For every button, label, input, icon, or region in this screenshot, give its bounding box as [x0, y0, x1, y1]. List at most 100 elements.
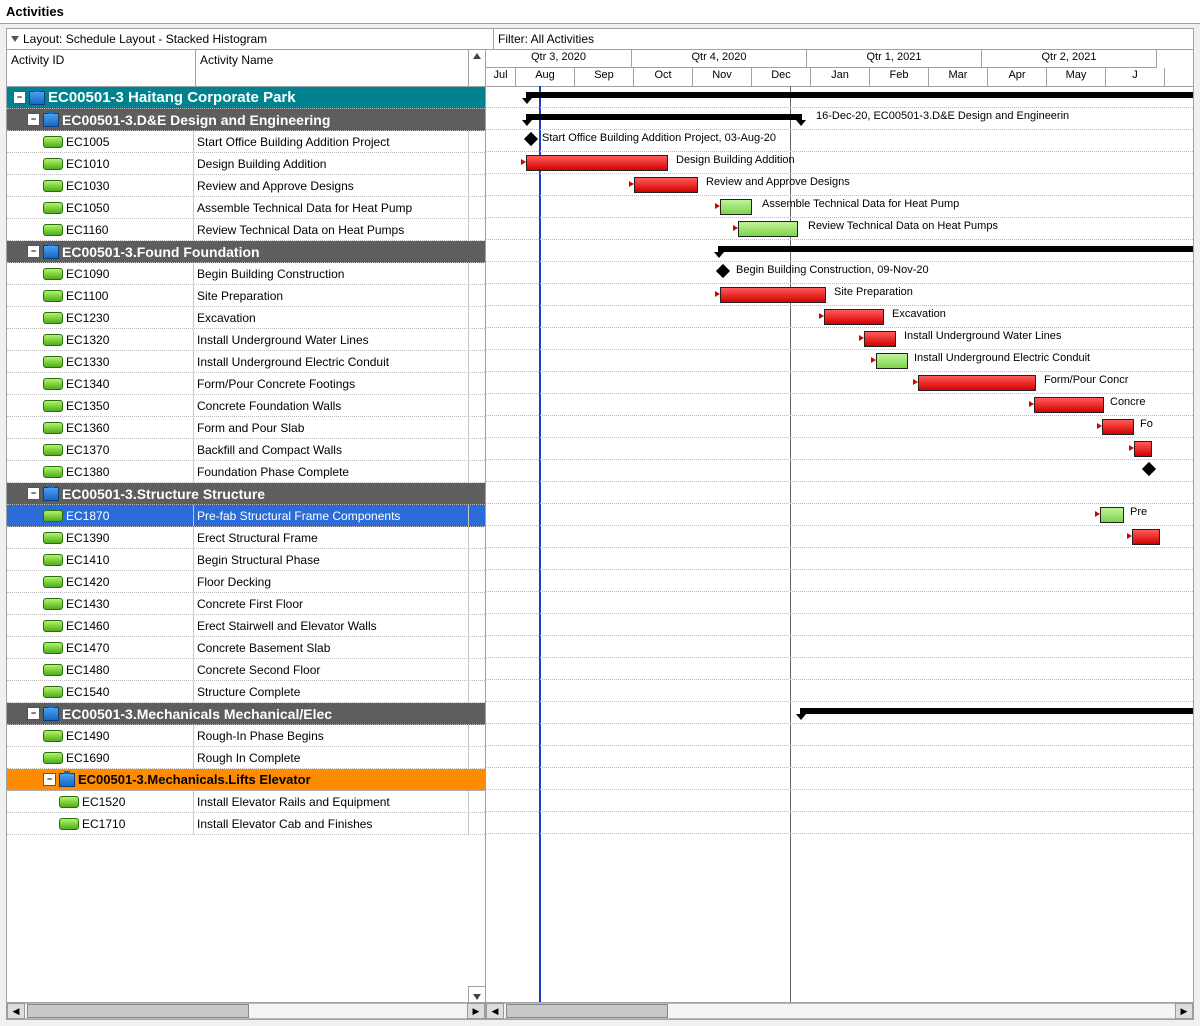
activity-row[interactable]: EC1350Concrete Foundation Walls — [7, 395, 485, 417]
scroll-left-button[interactable]: ◀ — [7, 1003, 25, 1019]
activity-bar[interactable] — [918, 375, 1036, 391]
gantt-row[interactable] — [486, 768, 1193, 790]
wbs-row[interactable]: −EC00501-3.Found Foundation — [7, 241, 485, 263]
gantt-row[interactable] — [486, 702, 1193, 724]
gantt-row[interactable]: Start Office Building Addition Project, … — [486, 130, 1193, 152]
activity-row[interactable]: EC1460Erect Stairwell and Elevator Walls — [7, 615, 485, 637]
activity-row[interactable]: EC1520Install Elevator Rails and Equipme… — [7, 791, 485, 813]
scroll-thumb[interactable] — [27, 1004, 249, 1018]
activity-row[interactable]: EC1090Begin Building Construction — [7, 263, 485, 285]
scroll-up-button[interactable] — [468, 50, 485, 86]
gantt-row[interactable] — [486, 746, 1193, 768]
gantt-row[interactable] — [486, 658, 1193, 680]
scroll-down-button[interactable] — [468, 986, 485, 1003]
wbs-row[interactable]: −EC00501-3.Mechanicals Mechanical/Elec — [7, 703, 485, 725]
wbs-row[interactable]: −EC00501-3 Haitang Corporate Park — [7, 87, 485, 109]
gantt-row[interactable] — [486, 812, 1193, 834]
gantt-row[interactable] — [486, 526, 1193, 548]
summary-bar[interactable] — [718, 246, 1193, 252]
summary-bar[interactable] — [526, 114, 802, 120]
filter-selector[interactable]: Filter: All Activities — [494, 29, 1193, 49]
activity-row[interactable]: EC1100Site Preparation — [7, 285, 485, 307]
activity-row[interactable]: EC1230Excavation — [7, 307, 485, 329]
layout-selector[interactable]: Layout: Schedule Layout - Stacked Histog… — [7, 29, 494, 49]
activity-bar[interactable] — [526, 155, 668, 171]
activity-row[interactable]: EC1710Install Elevator Cab and Finishes — [7, 813, 485, 835]
activity-bar[interactable] — [1134, 441, 1152, 457]
activity-row[interactable]: EC1360Form and Pour Slab — [7, 417, 485, 439]
gantt-row[interactable] — [486, 790, 1193, 812]
gantt-row[interactable]: Begin Building Construction, 09-Nov-20 — [486, 262, 1193, 284]
activity-row[interactable]: EC1370Backfill and Compact Walls — [7, 439, 485, 461]
collapse-button[interactable]: − — [27, 707, 40, 720]
activity-bar[interactable] — [634, 177, 698, 193]
activity-row[interactable]: EC1320Install Underground Water Lines — [7, 329, 485, 351]
gantt-row[interactable]: Excavation — [486, 306, 1193, 328]
activity-row[interactable]: EC1690Rough In Complete — [7, 747, 485, 769]
summary-bar[interactable] — [526, 92, 1193, 98]
gantt-row[interactable]: Pre — [486, 504, 1193, 526]
gantt-row[interactable] — [486, 438, 1193, 460]
collapse-button[interactable]: − — [27, 245, 40, 258]
activity-bar[interactable] — [1034, 397, 1104, 413]
activity-row[interactable]: EC1330Install Underground Electric Condu… — [7, 351, 485, 373]
activity-bar[interactable] — [1132, 529, 1160, 545]
gantt-row[interactable]: Review Technical Data on Heat Pumps — [486, 218, 1193, 240]
gantt-row[interactable]: Form/Pour Concr — [486, 372, 1193, 394]
milestone-icon[interactable] — [716, 264, 730, 278]
gantt-row[interactable]: Install Underground Electric Conduit — [486, 350, 1193, 372]
gantt-row[interactable]: Design Building Addition — [486, 152, 1193, 174]
activity-row[interactable]: EC1160Review Technical Data on Heat Pump… — [7, 219, 485, 241]
collapse-button[interactable]: − — [13, 91, 26, 104]
gantt-row[interactable] — [486, 636, 1193, 658]
activity-row[interactable]: EC1010Design Building Addition — [7, 153, 485, 175]
gantt-row[interactable] — [486, 548, 1193, 570]
gantt-pane[interactable]: Qtr 3, 2020Qtr 4, 2020Qtr 1, 2021Qtr 2, … — [486, 50, 1193, 1003]
gantt-area[interactable]: 16-Dec-20, EC00501-3.D&E Design and Engi… — [486, 86, 1193, 1003]
gantt-row[interactable]: Install Underground Water Lines — [486, 328, 1193, 350]
activity-row[interactable]: EC1030Review and Approve Designs — [7, 175, 485, 197]
col-activity-id[interactable]: Activity ID — [7, 50, 196, 86]
activity-row[interactable]: EC1420Floor Decking — [7, 571, 485, 593]
activity-bar[interactable] — [738, 221, 798, 237]
gantt-row[interactable] — [486, 460, 1193, 482]
gantt-row[interactable] — [486, 240, 1193, 262]
gantt-row[interactable] — [486, 86, 1193, 108]
gantt-row[interactable]: Concre — [486, 394, 1193, 416]
scroll-thumb[interactable] — [506, 1004, 668, 1018]
gantt-row[interactable]: Review and Approve Designs — [486, 174, 1193, 196]
wbs-row[interactable]: −EC00501-3.Structure Structure — [7, 483, 485, 505]
summary-bar[interactable] — [800, 708, 1193, 714]
activity-row[interactable]: EC1390Erect Structural Frame — [7, 527, 485, 549]
scroll-right-button[interactable]: ▶ — [467, 1003, 485, 1019]
activity-row[interactable]: EC1870Pre-fab Structural Frame Component… — [7, 505, 485, 527]
collapse-button[interactable]: − — [27, 113, 40, 126]
activity-bar[interactable] — [864, 331, 896, 347]
scroll-track-right[interactable] — [504, 1003, 1175, 1019]
scroll-left-button[interactable]: ◀ — [486, 1003, 504, 1019]
activity-row[interactable]: EC1430Concrete First Floor — [7, 593, 485, 615]
collapse-button[interactable]: − — [43, 773, 56, 786]
activity-row[interactable]: EC1380Foundation Phase Complete — [7, 461, 485, 483]
gantt-row[interactable] — [486, 570, 1193, 592]
activity-bar[interactable] — [1102, 419, 1134, 435]
activity-bar[interactable] — [1100, 507, 1124, 523]
gantt-row[interactable]: Site Preparation — [486, 284, 1193, 306]
activity-bar[interactable] — [876, 353, 908, 369]
activity-bar[interactable] — [720, 287, 826, 303]
wbs-row[interactable]: −EC00501-3.Mechanicals.Lifts Elevator — [7, 769, 485, 791]
milestone-icon[interactable] — [1142, 462, 1156, 476]
activity-row[interactable]: EC1050Assemble Technical Data for Heat P… — [7, 197, 485, 219]
activity-row[interactable]: EC1470Concrete Basement Slab — [7, 637, 485, 659]
hscroll-right[interactable]: ◀ ▶ — [486, 1003, 1193, 1019]
activity-row[interactable]: EC1480Concrete Second Floor — [7, 659, 485, 681]
activity-bar[interactable] — [720, 199, 752, 215]
activity-row[interactable]: EC1410Begin Structural Phase — [7, 549, 485, 571]
activity-row[interactable]: EC1540Structure Complete — [7, 681, 485, 703]
gantt-row[interactable] — [486, 724, 1193, 746]
gantt-row[interactable] — [486, 482, 1193, 504]
col-activity-name[interactable]: Activity Name — [196, 50, 468, 86]
gantt-row[interactable]: 16-Dec-20, EC00501-3.D&E Design and Engi… — [486, 108, 1193, 130]
gantt-row[interactable]: Fo — [486, 416, 1193, 438]
gantt-row[interactable] — [486, 592, 1193, 614]
